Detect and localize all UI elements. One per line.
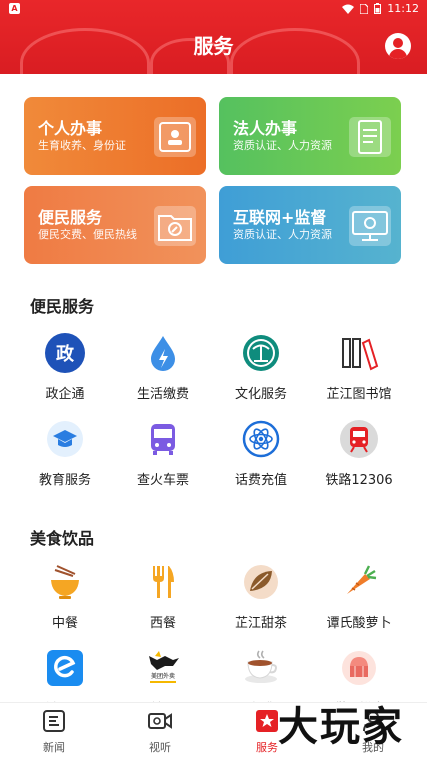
card-legal-affairs[interactable]: 法人办事 资质认证、人力资源 (219, 97, 401, 175)
status-bar: A 11:12 (0, 0, 427, 18)
nav-label: 视听 (149, 741, 171, 754)
service-item-library[interactable]: 芷江图书馆 (309, 333, 409, 413)
food-item-western[interactable]: 西餐 (113, 562, 213, 642)
cake-icon (342, 651, 376, 685)
train-icon (340, 420, 378, 458)
card-title: 个人办事 (38, 119, 103, 138)
news-icon (43, 710, 65, 732)
svg-text:美团外卖: 美团外卖 (151, 672, 175, 680)
service-label: 铁路12306 (325, 473, 393, 488)
service-item-phone-topup[interactable]: 话费充值 (211, 419, 311, 499)
food-label: 中餐 (51, 616, 78, 631)
government-icon: 政 (45, 333, 85, 373)
service-label: 文化服务 (234, 387, 287, 402)
coffee-cup-icon (245, 650, 277, 683)
eleme-logo-icon (47, 650, 83, 686)
service-label: 查火车票 (136, 473, 189, 488)
meituan-kangaroo-logo-icon: 美团外卖 (149, 651, 179, 683)
service-item-railway-12306[interactable]: 铁路12306 (309, 419, 409, 499)
no-sim-icon (360, 3, 369, 14)
card-subtitle: 便民交费、便民热线 (38, 228, 137, 241)
card-convenience-services[interactable]: 便民服务 便民交费、便民热线 (24, 186, 206, 264)
section-title-convenience: 便民服务 (30, 297, 95, 316)
tea-leaf-icon (244, 565, 278, 599)
bus-icon (151, 424, 175, 455)
card-title: 互联网+监督 (233, 208, 327, 227)
header-bar: A 11:12 服务 (0, 0, 427, 74)
service-item-train-tickets[interactable]: 查火车票 (113, 419, 213, 499)
nav-item-video[interactable]: 视听 (130, 709, 190, 755)
noodle-bowl-icon (51, 565, 79, 599)
books-icon (342, 338, 379, 371)
graduation-cap-icon (47, 421, 83, 457)
fork-knife-icon (153, 566, 174, 598)
card-subtitle: 资质认证、人力资源 (233, 139, 332, 152)
service-item-education[interactable]: 教育服务 (15, 419, 115, 499)
service-item-utility-payment[interactable]: 生活缴费 (113, 333, 213, 413)
card-subtitle: 资质认证、人力资源 (233, 228, 332, 241)
user-avatar-icon[interactable] (385, 33, 411, 59)
service-label: 芷江图书馆 (326, 387, 392, 402)
service-item-culture[interactable]: 文化服务 (211, 333, 311, 413)
services-star-icon (256, 710, 278, 732)
svg-text:政: 政 (56, 343, 75, 365)
food-label: 谭氏酸萝卜 (326, 616, 392, 631)
nav-item-news[interactable]: 新闻 (24, 709, 84, 755)
food-label: 芷江甜茶 (234, 616, 287, 631)
folder-compass-icon (154, 206, 196, 246)
food-item-pickled-radish[interactable]: 谭氏酸萝卜 (309, 562, 409, 642)
app-notification-icon: A (9, 3, 20, 14)
wifi-icon (342, 4, 355, 14)
food-item-sweet-tea[interactable]: 芷江甜茶 (211, 562, 311, 642)
watermark-logo: 大玩家 (278, 704, 404, 750)
page-title: 服务 (193, 34, 234, 58)
water-drop-bolt-icon (151, 336, 175, 371)
service-item-zhengqitong[interactable]: 政 政企通 (15, 333, 115, 413)
card-title: 便民服务 (38, 208, 103, 227)
card-title: 法人办事 (233, 119, 298, 138)
carrot-icon (347, 565, 377, 594)
service-label: 话费充值 (234, 473, 287, 488)
food-item-chinese[interactable]: 中餐 (15, 562, 115, 642)
status-time: 11:12 (387, 2, 419, 15)
food-label: 西餐 (149, 616, 176, 631)
service-label: 政企通 (45, 387, 85, 402)
card-personal-affairs[interactable]: 个人办事 生育收养、身份证 (24, 97, 206, 175)
document-icon (349, 117, 391, 157)
section-title-food: 美食饮品 (30, 529, 95, 548)
video-camera-icon (148, 713, 172, 729)
monitor-icon (349, 206, 391, 246)
nav-label: 新闻 (43, 741, 65, 754)
atom-icon (242, 420, 280, 458)
service-label: 教育服务 (38, 473, 91, 488)
card-subtitle: 生育收养、身份证 (38, 139, 126, 152)
palm-tree-icon (243, 335, 279, 371)
service-label: 生活缴费 (136, 387, 189, 402)
battery-icon (374, 3, 382, 14)
card-internet-supervision[interactable]: 互联网+监督 资质认证、人力资源 (219, 186, 401, 264)
id-card-icon (154, 117, 196, 157)
